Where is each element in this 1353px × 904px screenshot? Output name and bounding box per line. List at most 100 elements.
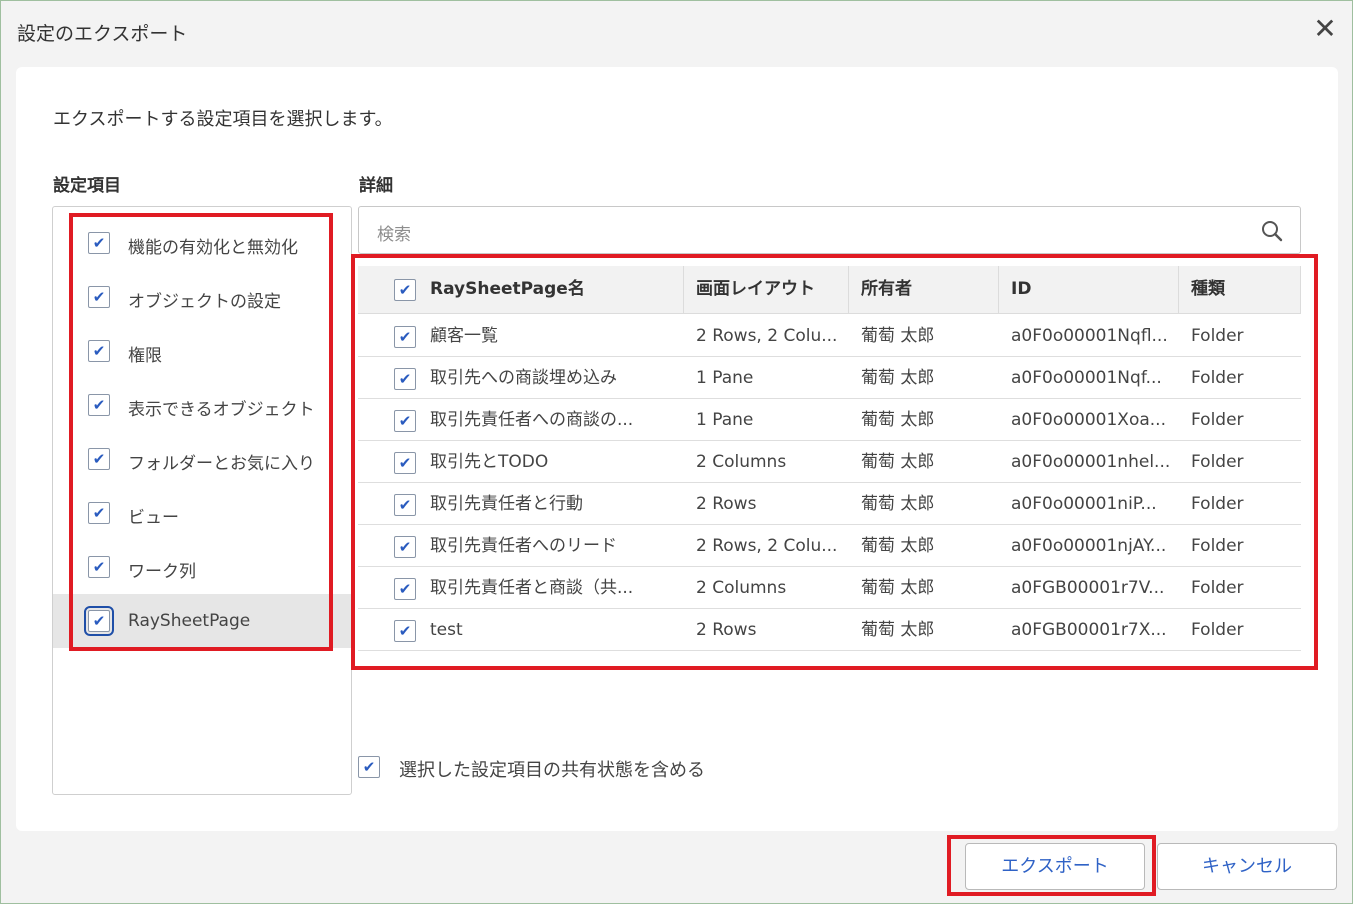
table-row[interactable]: ✔ 取引先責任者と行動 2 Rows 葡萄 太郎 a0F0o00001niP..…	[358, 483, 1301, 525]
row-checkbox[interactable]: ✔	[394, 410, 416, 432]
cell-owner: 葡萄 太郎	[861, 620, 935, 640]
search-icon[interactable]	[1260, 219, 1284, 243]
cell-type: Folder	[1191, 620, 1244, 640]
include-sharing-label: 選択した設定項目の共有状態を含める	[399, 760, 705, 781]
cell-owner: 葡萄 太郎	[861, 326, 935, 346]
table-row[interactable]: ✔ 取引先責任者への商談の... 1 Pane 葡萄 太郎 a0F0o00001…	[358, 399, 1301, 441]
cell-name: 顧客一覧	[430, 326, 498, 346]
settings-item-raysheetpage[interactable]: ✔ RaySheetPage	[53, 594, 351, 648]
dialog-title: 設定のエクスポート	[17, 23, 188, 45]
checkbox[interactable]: ✔	[84, 606, 114, 636]
close-icon[interactable]: ✕	[1311, 15, 1339, 43]
row-checkbox[interactable]: ✔	[394, 326, 416, 348]
row-checkbox[interactable]: ✔	[394, 494, 416, 516]
cell-name: 取引先責任者と行動	[430, 494, 583, 514]
checkbox[interactable]: ✔	[88, 394, 110, 416]
table-header: ✔ RaySheetPage名 画面レイアウト 所有者 ID 種類	[358, 266, 1301, 314]
cell-id: a0F0o00001njAY...	[1011, 536, 1167, 556]
cell-id: a0FGB00001r7V...	[1011, 578, 1165, 598]
export-button[interactable]: エクスポート	[965, 843, 1145, 890]
table-row[interactable]: ✔ 顧客一覧 2 Rows, 2 Colu... 葡萄 太郎 a0F0o0000…	[358, 315, 1301, 357]
settings-item-object-settings[interactable]: ✔ オブジェクトの設定	[53, 270, 351, 324]
column-header-owner[interactable]: 所有者	[849, 266, 999, 314]
cell-owner: 葡萄 太郎	[861, 410, 935, 430]
cell-owner: 葡萄 太郎	[861, 578, 935, 598]
checkbox[interactable]: ✔	[88, 286, 110, 308]
dialog-description: エクスポートする設定項目を選択します。	[53, 109, 393, 130]
cell-layout: 2 Rows	[696, 494, 757, 514]
cell-id: a0FGB00001r7X...	[1011, 620, 1167, 640]
include-sharing-checkbox[interactable]: ✔	[358, 756, 380, 778]
cell-id: a0F0o00001Nqfl...	[1011, 326, 1168, 346]
row-checkbox[interactable]: ✔	[394, 536, 416, 558]
checkbox[interactable]: ✔	[88, 232, 110, 254]
cell-type: Folder	[1191, 452, 1244, 472]
cell-owner: 葡萄 太郎	[861, 494, 935, 514]
row-checkbox[interactable]: ✔	[394, 620, 416, 642]
settings-item-feature-toggle[interactable]: ✔ 機能の有効化と無効化	[53, 216, 351, 270]
table-row[interactable]: ✔ 取引先責任者と商談（共... 2 Columns 葡萄 太郎 a0FGB00…	[358, 567, 1301, 609]
cancel-button[interactable]: キャンセル	[1157, 843, 1337, 890]
settings-item-views[interactable]: ✔ ビュー	[53, 486, 351, 540]
settings-item-label: 権限	[128, 346, 162, 366]
cell-id: a0F0o00001niP...	[1011, 494, 1157, 514]
cell-id: a0F0o00001Nqf...	[1011, 368, 1162, 388]
details-label: 詳細	[359, 176, 393, 196]
column-header-id[interactable]: ID	[999, 266, 1179, 314]
cell-id: a0F0o00001nhel...	[1011, 452, 1171, 472]
cell-type: Folder	[1191, 494, 1244, 514]
cell-type: Folder	[1191, 536, 1244, 556]
cell-layout: 2 Rows, 2 Colu...	[696, 536, 838, 556]
select-all-checkbox[interactable]: ✔	[394, 279, 416, 301]
cell-layout: 2 Columns	[696, 452, 787, 472]
settings-item-label: ワーク列	[128, 562, 196, 582]
cell-type: Folder	[1191, 410, 1244, 430]
settings-item-label: オブジェクトの設定	[128, 292, 281, 312]
cell-name: 取引先責任者へのリード	[430, 536, 617, 556]
dialog-titlebar: 設定のエクスポート ✕	[1, 1, 1352, 57]
table-row[interactable]: ✔ 取引先責任者へのリード 2 Rows, 2 Colu... 葡萄 太郎 a0…	[358, 525, 1301, 567]
column-header-type[interactable]: 種類	[1179, 266, 1301, 314]
settings-item-list: ✔ 機能の有効化と無効化 ✔ オブジェクトの設定 ✔ 権限 ✔ 表示できるオブジ…	[52, 206, 352, 795]
settings-item-label: RaySheetPage	[128, 611, 251, 631]
row-checkbox[interactable]: ✔	[394, 368, 416, 390]
settings-item-permissions[interactable]: ✔ 権限	[53, 324, 351, 378]
table-row[interactable]: ✔ 取引先とTODO 2 Columns 葡萄 太郎 a0F0o00001nhe…	[358, 441, 1301, 483]
column-header-layout[interactable]: 画面レイアウト	[684, 266, 849, 314]
export-settings-dialog: 設定のエクスポート ✕ エクスポートする設定項目を選択します。 設定項目 詳細 …	[0, 0, 1353, 904]
cell-layout: 2 Columns	[696, 578, 787, 598]
settings-item-label: フォルダーとお気に入り	[128, 454, 315, 474]
cell-layout: 1 Pane	[696, 368, 754, 388]
row-checkbox[interactable]: ✔	[394, 578, 416, 600]
cell-layout: 2 Rows	[696, 620, 757, 640]
settings-item-label: 表示できるオブジェクト	[128, 400, 315, 420]
cell-owner: 葡萄 太郎	[861, 368, 935, 388]
column-header-name[interactable]: RaySheetPage名	[418, 266, 684, 314]
cell-type: Folder	[1191, 326, 1244, 346]
cell-name: 取引先責任者と商談（共...	[430, 578, 634, 598]
cell-name: 取引先への商談埋め込み	[430, 368, 617, 388]
cell-type: Folder	[1191, 578, 1244, 598]
checkbox[interactable]: ✔	[88, 556, 110, 578]
settings-item-folders-favorites[interactable]: ✔ フォルダーとお気に入り	[53, 432, 351, 486]
cell-type: Folder	[1191, 368, 1244, 388]
cell-id: a0F0o00001Xoa...	[1011, 410, 1166, 430]
table-row[interactable]: ✔ test 2 Rows 葡萄 太郎 a0FGB00001r7X... Fol…	[358, 609, 1301, 651]
cell-name: 取引先責任者への商談の...	[430, 410, 634, 430]
cell-layout: 2 Rows, 2 Colu...	[696, 326, 838, 346]
search-input[interactable]: 検索	[358, 206, 1301, 254]
cell-name: test	[430, 620, 463, 640]
settings-item-work-columns[interactable]: ✔ ワーク列	[53, 540, 351, 594]
settings-items-label: 設定項目	[53, 176, 121, 196]
checkbox[interactable]: ✔	[88, 502, 110, 524]
cell-owner: 葡萄 太郎	[861, 452, 935, 472]
settings-item-label: 機能の有効化と無効化	[128, 238, 298, 258]
row-checkbox[interactable]: ✔	[394, 452, 416, 474]
cell-layout: 1 Pane	[696, 410, 754, 430]
checkbox[interactable]: ✔	[88, 340, 110, 362]
table-row[interactable]: ✔ 取引先への商談埋め込み 1 Pane 葡萄 太郎 a0F0o00001Nqf…	[358, 357, 1301, 399]
checkbox[interactable]: ✔	[88, 448, 110, 470]
cell-name: 取引先とTODO	[430, 452, 549, 472]
settings-item-label: ビュー	[128, 508, 179, 528]
settings-item-visible-objects[interactable]: ✔ 表示できるオブジェクト	[53, 378, 351, 432]
